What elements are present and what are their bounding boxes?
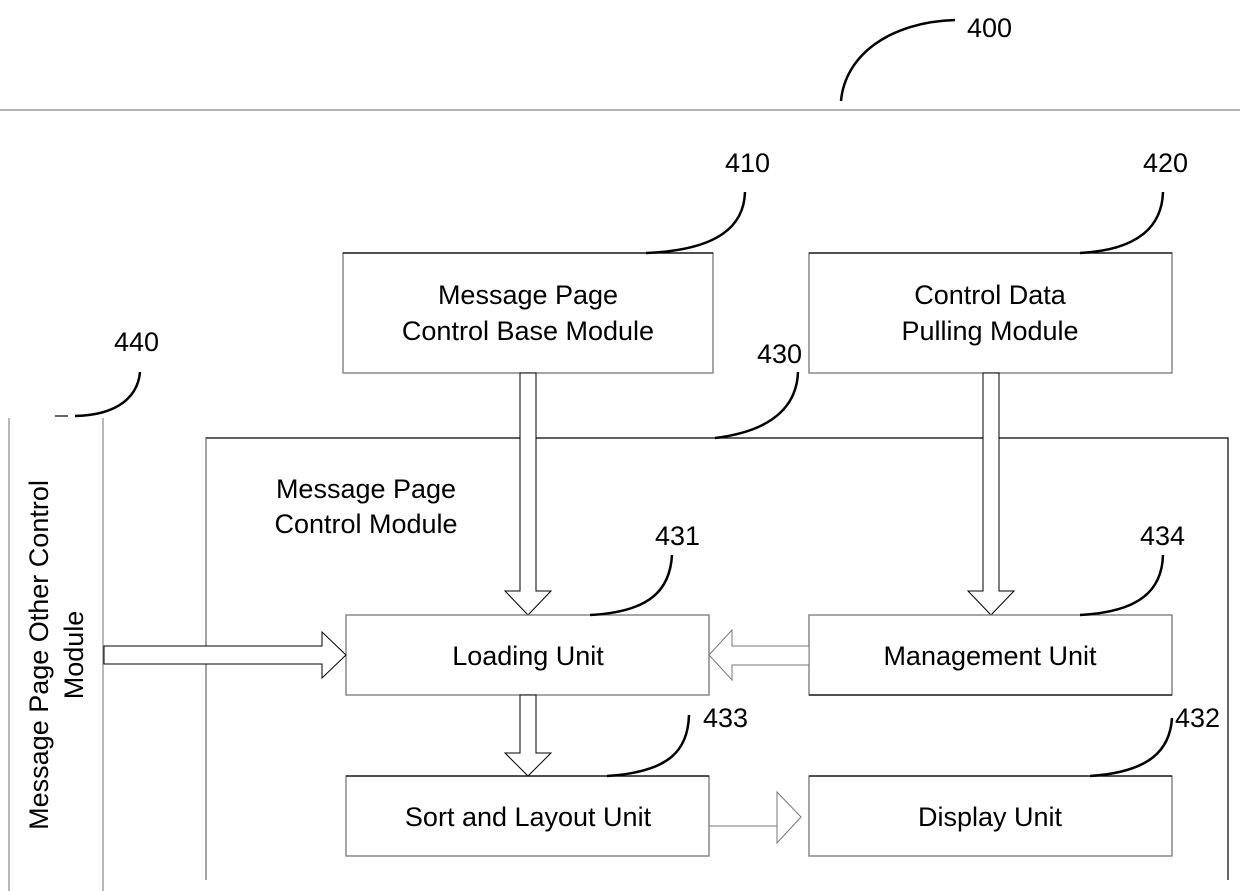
ref-434: 434 bbox=[1140, 521, 1185, 551]
arrow-management-to-loading bbox=[708, 628, 810, 682]
ref-431: 431 bbox=[655, 521, 700, 551]
arrow-pulling-to-management bbox=[966, 372, 1016, 616]
base-module-label-line2: Control Base Module bbox=[402, 316, 654, 346]
ref-440: 440 bbox=[114, 327, 159, 357]
leader-431 bbox=[589, 554, 674, 617]
other-module-label-line1: Message Page Other Control bbox=[24, 480, 54, 830]
other-module-label: Message Page Other Control Module bbox=[24, 480, 89, 830]
ref-420: 420 bbox=[1143, 148, 1188, 178]
other-module-label-line2: Module bbox=[59, 611, 89, 700]
leader-432 bbox=[1089, 717, 1174, 778]
ref-400: 400 bbox=[967, 13, 1012, 43]
leader-420 bbox=[1079, 191, 1165, 255]
pulling-module-label-line1: Control Data bbox=[914, 280, 1067, 310]
arrow-base-to-loading bbox=[503, 372, 553, 616]
arrow-other-to-loading bbox=[103, 630, 347, 680]
block-diagram: 400 440 Message Page Other Control Modul… bbox=[0, 13, 1240, 891]
ref-410: 410 bbox=[725, 148, 770, 178]
leader-400 bbox=[839, 18, 956, 102]
loading-unit-label: Loading Unit bbox=[452, 641, 604, 671]
ref-433: 433 bbox=[703, 703, 748, 733]
leader-430 bbox=[714, 371, 800, 440]
arrow-sort-to-display bbox=[709, 790, 802, 845]
control-module-label-line2: Control Module bbox=[274, 509, 457, 539]
management-unit-label: Management Unit bbox=[883, 641, 1097, 671]
leader-410 bbox=[645, 191, 747, 255]
base-module-label-line1: Message Page bbox=[438, 280, 618, 310]
leader-434 bbox=[1079, 554, 1165, 617]
pulling-module-box bbox=[808, 252, 1173, 374]
leader-440 bbox=[74, 371, 142, 418]
display-unit-label: Display Unit bbox=[918, 802, 1063, 832]
base-module-box bbox=[342, 252, 714, 374]
ref-432: 432 bbox=[1175, 703, 1220, 733]
ref-430: 430 bbox=[757, 339, 802, 369]
control-module-label-line1: Message Page bbox=[276, 474, 456, 504]
sort-layout-unit-label: Sort and Layout Unit bbox=[405, 802, 652, 832]
arrow-loading-to-sort bbox=[503, 694, 553, 777]
pulling-module-label-line2: Pulling Module bbox=[901, 316, 1078, 346]
leader-433 bbox=[606, 714, 691, 778]
